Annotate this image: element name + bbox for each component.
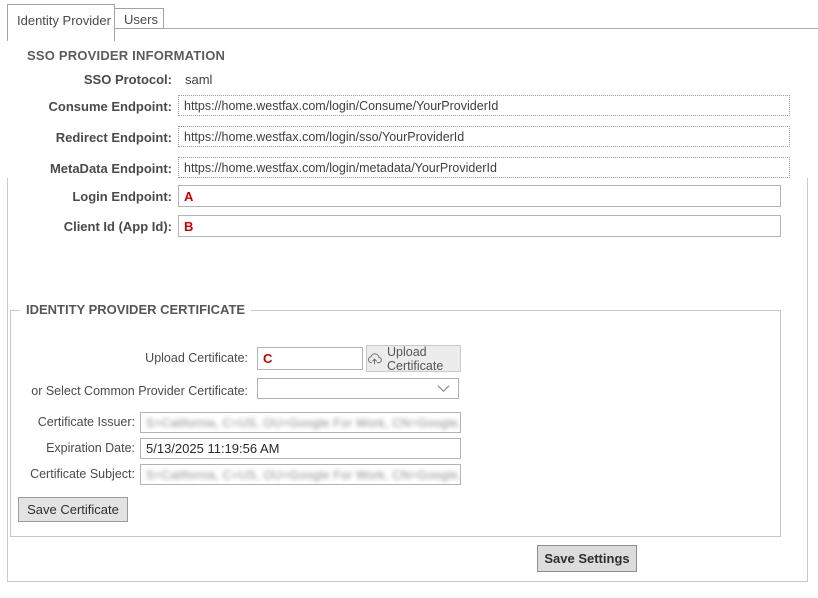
tab-identity-provider-label: Identity Provider <box>17 13 111 28</box>
common-provider-certificate-select[interactable] <box>257 378 459 399</box>
redirect-endpoint-input[interactable] <box>178 126 790 147</box>
chevron-down-icon <box>437 384 450 393</box>
upload-certificate-filename-input[interactable] <box>257 347 363 370</box>
certificate-issuer-value: S=California, C=US, OU=Google For Work, … <box>146 416 461 430</box>
common-provider-certificate-label: or Select Common Provider Certificate: <box>0 384 248 398</box>
login-endpoint-input[interactable] <box>178 185 781 207</box>
upload-certificate-button[interactable]: Upload Certificate <box>366 345 461 372</box>
sso-protocol-value: saml <box>185 72 212 87</box>
save-certificate-button-label: Save Certificate <box>27 502 119 517</box>
certificate-issuer-input[interactable]: S=California, C=US, OU=Google For Work, … <box>140 412 461 433</box>
expiration-date-input[interactable] <box>140 438 461 459</box>
cloud-upload-icon <box>367 352 382 365</box>
sso-protocol-label: SSO Protocol: <box>0 72 172 87</box>
tab-users-label: Users <box>124 12 158 27</box>
metadata-endpoint-label: MetaData Endpoint: <box>0 161 172 176</box>
certificate-subject-input[interactable]: S=California, C=US, OU=Google For Work, … <box>140 464 461 485</box>
save-certificate-button[interactable]: Save Certificate <box>18 497 128 522</box>
upload-certificate-button-label: Upload Certificate <box>387 345 460 373</box>
tab-identity-provider[interactable]: Identity Provider <box>7 4 115 41</box>
login-endpoint-label: Login Endpoint: <box>0 189 172 204</box>
certificate-fieldset-legend: IDENTITY PROVIDER CERTIFICATE <box>20 302 251 317</box>
save-settings-button[interactable]: Save Settings <box>537 545 637 572</box>
client-id-input[interactable] <box>178 215 781 237</box>
client-id-label: Client Id (App Id): <box>0 219 172 234</box>
save-settings-button-label: Save Settings <box>544 551 629 566</box>
consume-endpoint-input[interactable] <box>178 95 790 116</box>
upload-certificate-label: Upload Certificate: <box>0 351 248 365</box>
tab-strip-baseline <box>163 28 818 29</box>
certificate-subject-value: S=California, C=US, OU=Google For Work, … <box>146 468 461 482</box>
redirect-endpoint-label: Redirect Endpoint: <box>0 130 172 145</box>
expiration-date-label: Expiration Date: <box>0 441 135 455</box>
consume-endpoint-label: Consume Endpoint: <box>0 99 172 114</box>
certificate-subject-label: Certificate Subject: <box>0 467 135 481</box>
sso-section-heading: SSO PROVIDER INFORMATION <box>27 48 225 63</box>
metadata-endpoint-input[interactable] <box>178 157 790 178</box>
certificate-issuer-label: Certificate Issuer: <box>0 415 135 429</box>
tab-users[interactable]: Users <box>115 8 164 29</box>
sso-settings-page: Identity Provider Users SSO PROVIDER INF… <box>0 0 818 598</box>
